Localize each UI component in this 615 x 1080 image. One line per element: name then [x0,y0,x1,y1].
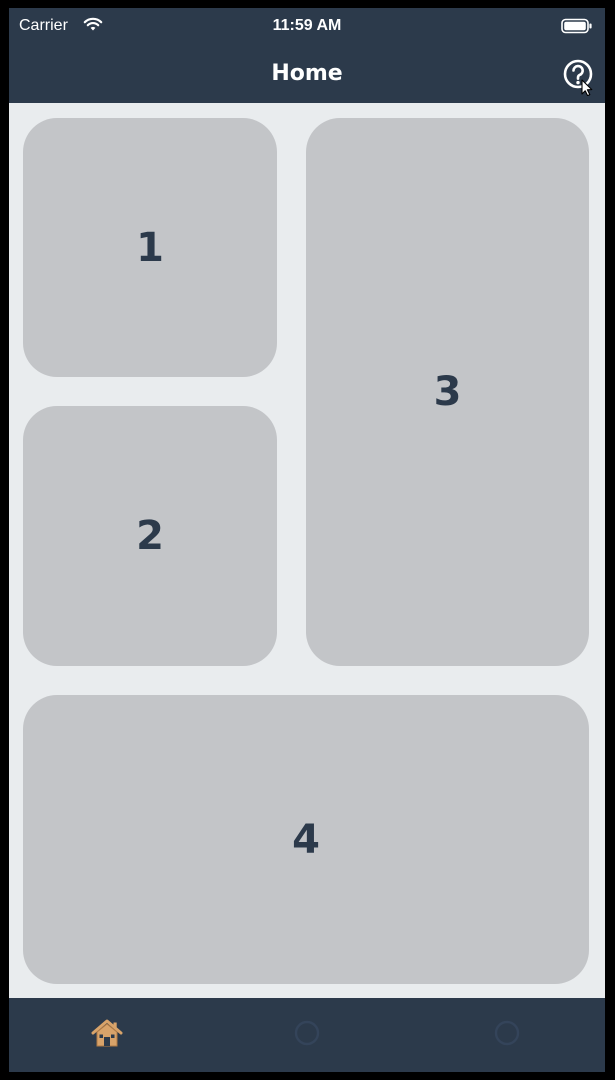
tile-1-label: 1 [136,224,164,271]
tab-3-icon [494,1020,520,1046]
tile-3-label: 3 [433,369,462,415]
tile-4-label: 4 [292,816,320,863]
tile-2-label: 2 [136,513,164,559]
app-screen: Carrier 11:59 AM Home 1 2 3 4 [9,8,605,1072]
tile-grid: 1 2 3 4 [9,103,605,998]
status-bar: Carrier 11:59 AM [9,8,605,46]
tab-3[interactable] [477,1006,537,1060]
tile-2[interactable]: 2 [23,406,277,666]
tab-2[interactable] [277,1006,337,1060]
help-button[interactable] [560,56,596,97]
tab-bar [9,998,605,1072]
question-circle-icon [563,59,593,97]
status-time: 11:59 AM [272,17,342,34]
tile-4[interactable]: 4 [23,695,589,984]
tab-2-icon [294,1020,320,1046]
device-frame: Carrier 11:59 AM Home 1 2 3 4 [0,0,613,1079]
tab-home[interactable] [77,1006,137,1060]
tile-3[interactable]: 3 [306,118,589,666]
home-icon [91,1019,123,1047]
tile-1[interactable]: 1 [23,118,277,377]
page-title: Home [271,61,343,86]
battery-icon [561,18,592,34]
navigation-bar: Home [9,46,605,103]
